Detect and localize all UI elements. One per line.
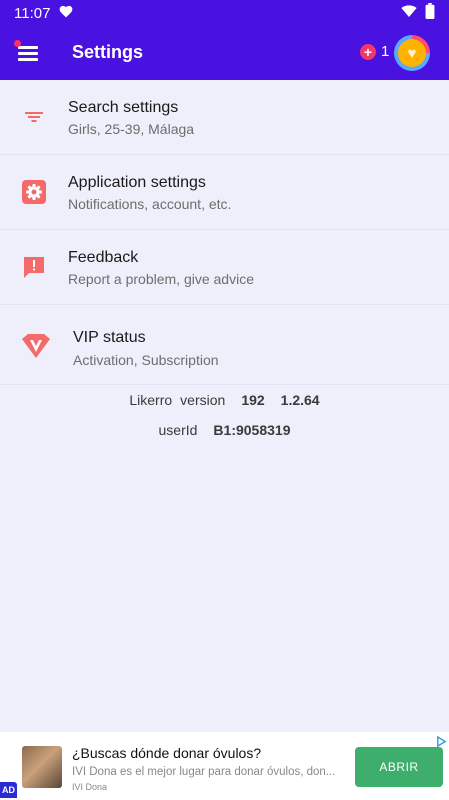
item-title: Search settings xyxy=(68,99,179,116)
version-label: version xyxy=(180,392,226,408)
ad-thumbnail xyxy=(22,746,62,788)
vip-status-item[interactable]: VIP status Activation, Subscription xyxy=(0,305,449,385)
menu-icon xyxy=(18,46,38,49)
ad-title: ¿Buscas dónde donar óvulos? xyxy=(72,745,262,761)
user-id-value: B1:9058319 xyxy=(213,422,291,438)
item-title: VIP status xyxy=(73,329,146,346)
item-subtitle: Report a problem, give advice xyxy=(68,271,254,287)
item-subtitle: Activation, Subscription xyxy=(73,352,219,368)
ad-description: IVI Dona es el mejor lugar para donar óv… xyxy=(72,766,336,778)
menu-button[interactable] xyxy=(14,40,42,66)
application-settings-item[interactable]: Application settings Notifications, acco… xyxy=(0,155,449,230)
ad-banner[interactable]: ¿Buscas dónde donar óvulos? IVI Dona es … xyxy=(0,732,449,800)
credits-count: 1 xyxy=(381,43,390,60)
build-number: 192 xyxy=(241,392,265,408)
notification-dot xyxy=(14,40,21,47)
ad-badge: AD xyxy=(0,782,17,798)
wifi-icon xyxy=(401,4,417,22)
search-settings-item[interactable]: Search settings Girls, 25-39, Málaga xyxy=(0,80,449,155)
heart-coin-icon: ♥ xyxy=(398,39,426,67)
battery-icon xyxy=(425,3,435,23)
filter-icon xyxy=(22,105,46,129)
ad-source: IVI Dona xyxy=(72,782,108,792)
status-bar: 11:07 xyxy=(0,0,449,26)
item-subtitle: Notifications, account, etc. xyxy=(68,196,232,212)
version-number: 1.2.64 xyxy=(280,392,320,408)
settings-list: Search settings Girls, 25-39, Málaga App… xyxy=(0,80,449,385)
item-title: Application settings xyxy=(68,174,206,191)
status-time: 11:07 xyxy=(14,4,51,22)
heart-notification-icon xyxy=(58,4,74,22)
version-info: Likerro version 192 1.2.64 xyxy=(0,392,449,408)
coin-button[interactable]: ♥ xyxy=(394,35,430,71)
item-subtitle: Girls, 25-39, Málaga xyxy=(68,121,195,137)
app-bar: Settings + 1 ♥ xyxy=(0,26,449,80)
user-id-label: userId xyxy=(158,422,198,438)
item-title: Feedback xyxy=(68,249,139,266)
feedback-icon xyxy=(22,255,46,279)
ad-open-button[interactable]: ABRIR xyxy=(355,747,443,787)
vip-diamond-icon xyxy=(21,333,51,359)
gear-icon xyxy=(22,180,46,204)
ad-choices-icon[interactable] xyxy=(436,734,447,748)
feedback-item[interactable]: Feedback Report a problem, give advice xyxy=(0,230,449,305)
add-credits-icon[interactable]: + xyxy=(360,44,376,60)
page-title: Settings xyxy=(72,42,144,62)
user-info: userId B1:9058319 xyxy=(0,422,449,438)
app-name: Likerro xyxy=(129,392,173,408)
